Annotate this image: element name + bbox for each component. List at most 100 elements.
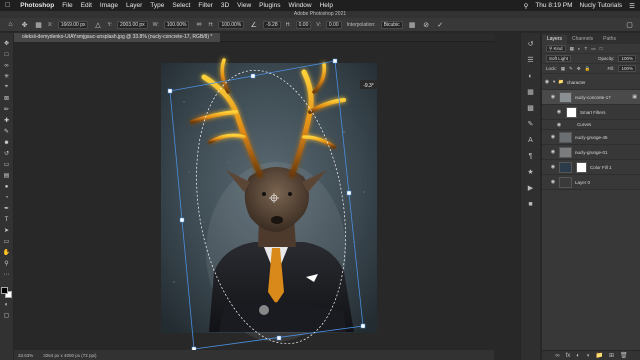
menu-layer[interactable]: Layer: [126, 2, 142, 9]
apple-icon[interactable]: : [5, 2, 10, 9]
dodge-tool-icon[interactable]: ◔: [2, 193, 12, 202]
menu-window[interactable]: Window: [288, 2, 311, 9]
reference-point-icon[interactable]: ▦: [34, 20, 43, 29]
history-panel-icon[interactable]: ↺: [526, 39, 536, 49]
visibility-eye-icon[interactable]: ◉: [544, 79, 550, 85]
quick-select-tool-icon[interactable]: ✳: [2, 72, 12, 81]
menu-filter[interactable]: Filter: [198, 2, 212, 9]
filter-smart-icon[interactable]: □: [600, 46, 603, 51]
warp-icon[interactable]: ▦: [408, 20, 417, 29]
gradient-tool-icon[interactable]: ▤: [2, 171, 12, 180]
quick-mask-icon[interactable]: ◐: [2, 300, 12, 309]
blur-tool-icon[interactable]: ●: [2, 182, 12, 191]
width-field[interactable]: 100.00%: [163, 20, 190, 29]
document-tab[interactable]: oleksii-demydenko-UIAYsmjgauc-unsplash.j…: [14, 33, 221, 42]
filter-type-icon[interactable]: T: [585, 46, 588, 51]
lock-transparent-icon[interactable]: ▦: [561, 66, 565, 72]
angle-field[interactable]: -9.28: [263, 20, 281, 29]
lasso-tool-icon[interactable]: ∞: [2, 61, 12, 70]
color-swatches[interactable]: [1, 287, 12, 298]
paragraph-panel-icon[interactable]: ¶: [526, 151, 536, 161]
menu-select[interactable]: Select: [172, 2, 190, 9]
document-dimensions[interactable]: 3264 px x 4000 px (72 ppi): [43, 353, 96, 358]
menu-app-name[interactable]: Photoshop: [20, 2, 54, 9]
clock[interactable]: Thu 8:19 PM: [535, 2, 572, 9]
eyedropper-tool-icon[interactable]: ✏: [2, 105, 12, 114]
visibility-eye-icon[interactable]: ◉: [550, 179, 556, 185]
visibility-eye-icon[interactable]: ◉: [550, 134, 556, 140]
filter-adjustment-icon[interactable]: ◐: [578, 46, 581, 51]
menu-edit[interactable]: Edit: [81, 2, 92, 9]
delete-layer-icon[interactable]: 🗑: [620, 352, 628, 359]
layer-style-icon[interactable]: fx: [566, 353, 571, 359]
menu-view[interactable]: View: [237, 2, 251, 9]
actions-panel-icon[interactable]: ▶: [526, 183, 536, 193]
opacity-field[interactable]: 100%: [618, 55, 636, 62]
y-field[interactable]: 2003.00 px: [116, 20, 148, 29]
menu-image[interactable]: Image: [100, 2, 118, 9]
commit-transform-icon[interactable]: ✓: [436, 20, 445, 29]
rectangle-tool-icon[interactable]: ▭: [2, 237, 12, 246]
filter-shape-icon[interactable]: ▭: [591, 46, 595, 52]
link-layers-icon[interactable]: ∞: [555, 353, 559, 359]
kind-filter-select[interactable]: ⚲ Kind: [546, 45, 566, 52]
fill-field[interactable]: 100%: [618, 65, 636, 72]
screen-mode-icon[interactable]: ▢: [2, 311, 12, 320]
layer-0[interactable]: ◉ Layer 0: [542, 175, 640, 190]
menu-3d[interactable]: 3D: [221, 2, 229, 9]
layer-nucly-concrete-17[interactable]: ◉ nucly-concrete-17 ▣: [542, 90, 640, 105]
foreground-color-swatch[interactable]: [1, 287, 8, 294]
new-group-icon[interactable]: 📁: [596, 352, 603, 359]
navigator-panel-icon[interactable]: ■: [526, 199, 536, 209]
layer-mask-thumbnail[interactable]: [576, 161, 587, 173]
layer-color-fill-1[interactable]: ◉ Color Fill 1: [542, 160, 640, 175]
tab-channels[interactable]: Channels: [567, 35, 598, 44]
zoom-tool-icon[interactable]: ⚲: [2, 259, 12, 268]
type-tool-icon[interactable]: T: [2, 215, 12, 224]
x-field[interactable]: 1669.00 px: [57, 20, 89, 29]
lock-position-icon[interactable]: ✥: [577, 66, 581, 72]
home-icon[interactable]: ⌂: [6, 20, 15, 29]
visibility-eye-icon[interactable]: ◉: [550, 94, 556, 100]
user-name[interactable]: Nucly Tutorials: [580, 2, 623, 9]
healing-brush-tool-icon[interactable]: ✚: [2, 116, 12, 125]
move-tool-icon[interactable]: ✥: [2, 39, 12, 48]
lock-image-icon[interactable]: ✎: [569, 66, 573, 72]
canvas-artwork[interactable]: -9.3°: [14, 42, 494, 350]
move-tool-preset-icon[interactable]: ✥: [20, 20, 29, 29]
filter-pixel-icon[interactable]: ▦: [570, 46, 574, 52]
interpolation-select[interactable]: Bicubic: [380, 20, 403, 29]
adjustments-panel-icon[interactable]: ◐: [526, 71, 536, 81]
hskew-field[interactable]: 0.00: [295, 20, 312, 29]
height-field[interactable]: 100.00%: [218, 20, 245, 29]
layer-nucly-grunge-01[interactable]: ◉ nucly-grunge-01: [542, 145, 640, 160]
tab-paths[interactable]: Paths: [598, 35, 621, 44]
zoom-level[interactable]: 33.63%: [18, 353, 33, 358]
delta-icon[interactable]: △: [93, 20, 102, 29]
new-adjustment-icon[interactable]: ◑: [586, 353, 590, 359]
hand-tool-icon[interactable]: ✋: [2, 248, 12, 257]
pen-tool-icon[interactable]: ✒: [2, 204, 12, 213]
brush-tool-icon[interactable]: ✎: [2, 127, 12, 136]
path-select-tool-icon[interactable]: ➤: [2, 226, 12, 235]
visibility-eye-icon[interactable]: ◉: [550, 164, 556, 170]
layer-smart-filters[interactable]: ◉ Smart Filters: [542, 105, 640, 120]
link-icon[interactable]: ∞: [194, 20, 203, 29]
frame-tool-icon[interactable]: ⊠: [2, 94, 12, 103]
eraser-tool-icon[interactable]: ▭: [2, 160, 12, 169]
menu-type[interactable]: Type: [150, 2, 164, 9]
libraries-panel-icon[interactable]: ▦: [526, 87, 536, 97]
clone-stamp-tool-icon[interactable]: ☻: [2, 138, 12, 147]
brushes-panel-icon[interactable]: ✎: [526, 119, 536, 129]
add-mask-icon[interactable]: ◐: [576, 353, 580, 359]
blend-mode-select[interactable]: Soft Light: [546, 55, 572, 62]
visibility-eye-icon[interactable]: ◉: [556, 122, 562, 128]
canvas-area[interactable]: -9.3°: [14, 42, 494, 350]
filter-mask-thumbnail[interactable]: [566, 106, 577, 118]
shapes-panel-icon[interactable]: ★: [526, 167, 536, 177]
menu-plugins[interactable]: Plugins: [259, 2, 280, 9]
cancel-transform-icon[interactable]: ⊘: [422, 20, 431, 29]
properties-panel-icon[interactable]: ☰: [526, 55, 536, 65]
visibility-eye-icon[interactable]: ◉: [550, 149, 556, 155]
tab-layers[interactable]: Layers: [542, 35, 568, 44]
